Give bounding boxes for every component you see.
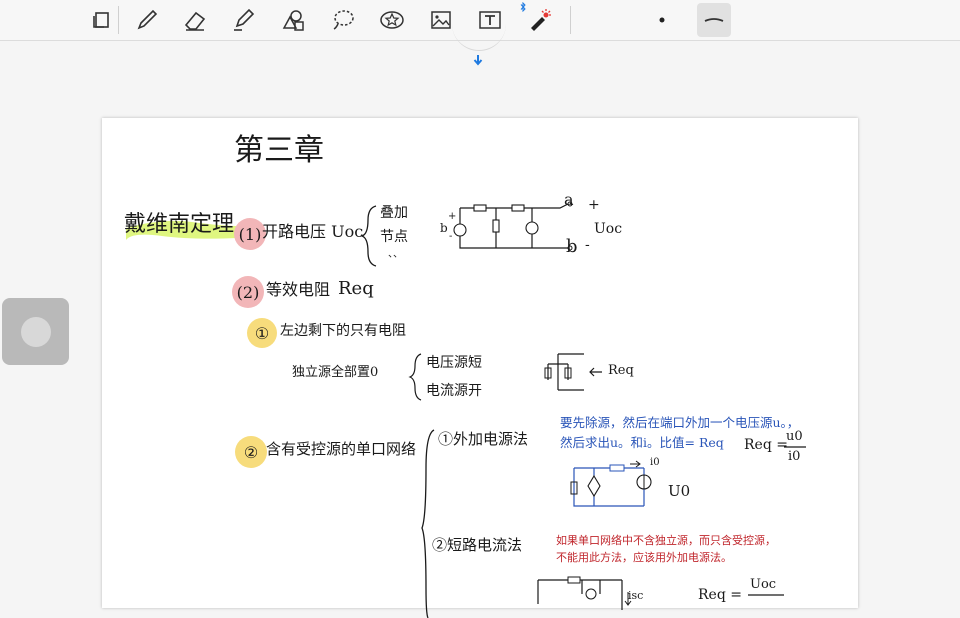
method-etc: 、、 xyxy=(388,249,403,260)
laser-pointer-button[interactable] xyxy=(522,3,556,37)
formula-lhs: Req = xyxy=(744,437,788,453)
case2-number-badge: ② xyxy=(235,436,267,468)
lasso-tool-button[interactable] xyxy=(326,3,360,37)
fraction-bar xyxy=(748,594,784,596)
source-minus: - xyxy=(449,231,453,242)
blue-note-line1: 要先除源，然后在端口外加一个电压源u。， xyxy=(560,415,800,430)
toolbar xyxy=(0,0,960,66)
voltage-source-rule: 电压源短 xyxy=(426,355,482,371)
voc-label: Uoc xyxy=(594,221,623,237)
highlighter-icon xyxy=(234,8,255,31)
notebook-page[interactable]: 第三章 戴维南定理 (1) 开路电压 Uoc 叠加 节点 、、 b + - a … xyxy=(102,118,858,618)
formula2-numerator: Uoc xyxy=(750,577,777,592)
pen-size-small-button[interactable] xyxy=(645,3,679,37)
page-layout-button[interactable] xyxy=(84,3,118,37)
u0-label: U0 xyxy=(668,482,691,500)
case1-label: 左边剩下的只有电阻 xyxy=(280,323,406,339)
case2-label: 含有受控源的单口网络 xyxy=(266,440,417,458)
step2-label: 等效电阻 xyxy=(266,280,331,299)
req-symbol: Req xyxy=(338,278,374,299)
red-note-line1: 如果单口网络中不含独立源，而只含受控源， xyxy=(556,534,776,547)
chapter-title: 第三章 xyxy=(234,133,324,168)
star-sticker-icon xyxy=(380,11,404,29)
brace xyxy=(408,353,422,401)
page-layout-icon xyxy=(93,12,109,28)
isc-label: isc xyxy=(628,589,644,602)
stroke-curve-icon xyxy=(704,18,724,22)
shapes-icon xyxy=(282,10,304,31)
image-icon xyxy=(431,11,451,29)
pen-tool-button[interactable] xyxy=(130,3,164,37)
terminal-plus: + xyxy=(588,197,600,213)
formula-numerator: u0 xyxy=(786,429,803,444)
brace xyxy=(421,429,435,618)
toolbar-divider xyxy=(570,6,571,34)
toolbar-pull-handle[interactable] xyxy=(452,22,506,51)
circuit-diagram-external-source xyxy=(570,460,652,507)
formula-denominator: i0 xyxy=(788,449,801,464)
circuit-diagram-short-circuit xyxy=(537,576,632,610)
step1-label: 开路电压 Uoc xyxy=(262,222,364,241)
case1-number-badge: ① xyxy=(247,318,277,348)
eraser-tool-button[interactable] xyxy=(178,3,212,37)
method-superposition: 叠加 xyxy=(380,205,408,221)
current-source-rule: 电流源开 xyxy=(426,383,482,399)
assistive-touch-icon xyxy=(20,316,51,347)
blue-note-line2: 然后求出u。和i。比值= Req xyxy=(560,435,724,450)
case1-rule: 独立源全部置0 xyxy=(292,365,379,380)
terminal-b: b xyxy=(566,236,578,257)
source-label: b xyxy=(440,221,448,235)
red-note-line2: 不能用此方法，应该用外加电源法。 xyxy=(556,551,732,564)
dot-size-icon xyxy=(659,17,665,23)
sticker-tool-button[interactable] xyxy=(375,3,409,37)
method-short-circuit-current: ②短路电流法 xyxy=(432,536,523,554)
case1-req-label: Req xyxy=(608,363,634,378)
method-node: 节点 xyxy=(380,229,408,245)
theorem-title: 戴维南定理 xyxy=(124,212,235,237)
laser-pointer-icon xyxy=(531,9,551,31)
assistive-touch-button[interactable] xyxy=(2,298,69,365)
method-external-source: ①外加电源法 xyxy=(438,430,529,448)
terminal-minus: - xyxy=(585,237,590,253)
step2-number-badge: (2) xyxy=(232,276,264,308)
shapes-tool-button[interactable] xyxy=(276,3,310,37)
lasso-icon xyxy=(333,10,354,30)
fraction-bar xyxy=(784,446,806,448)
arrow-down-icon[interactable] xyxy=(472,54,484,66)
eraser-icon xyxy=(184,11,206,31)
brace xyxy=(359,205,377,267)
highlighter-tool-button[interactable] xyxy=(226,3,260,37)
resistor-network-diagram xyxy=(544,353,602,391)
toolbar-divider xyxy=(118,6,119,34)
pen-stroke-style-button[interactable] xyxy=(697,3,731,37)
pen-icon xyxy=(137,9,158,30)
source-plus: + xyxy=(448,211,457,222)
i0-label: i0 xyxy=(650,457,660,468)
terminal-a: a xyxy=(564,190,574,209)
